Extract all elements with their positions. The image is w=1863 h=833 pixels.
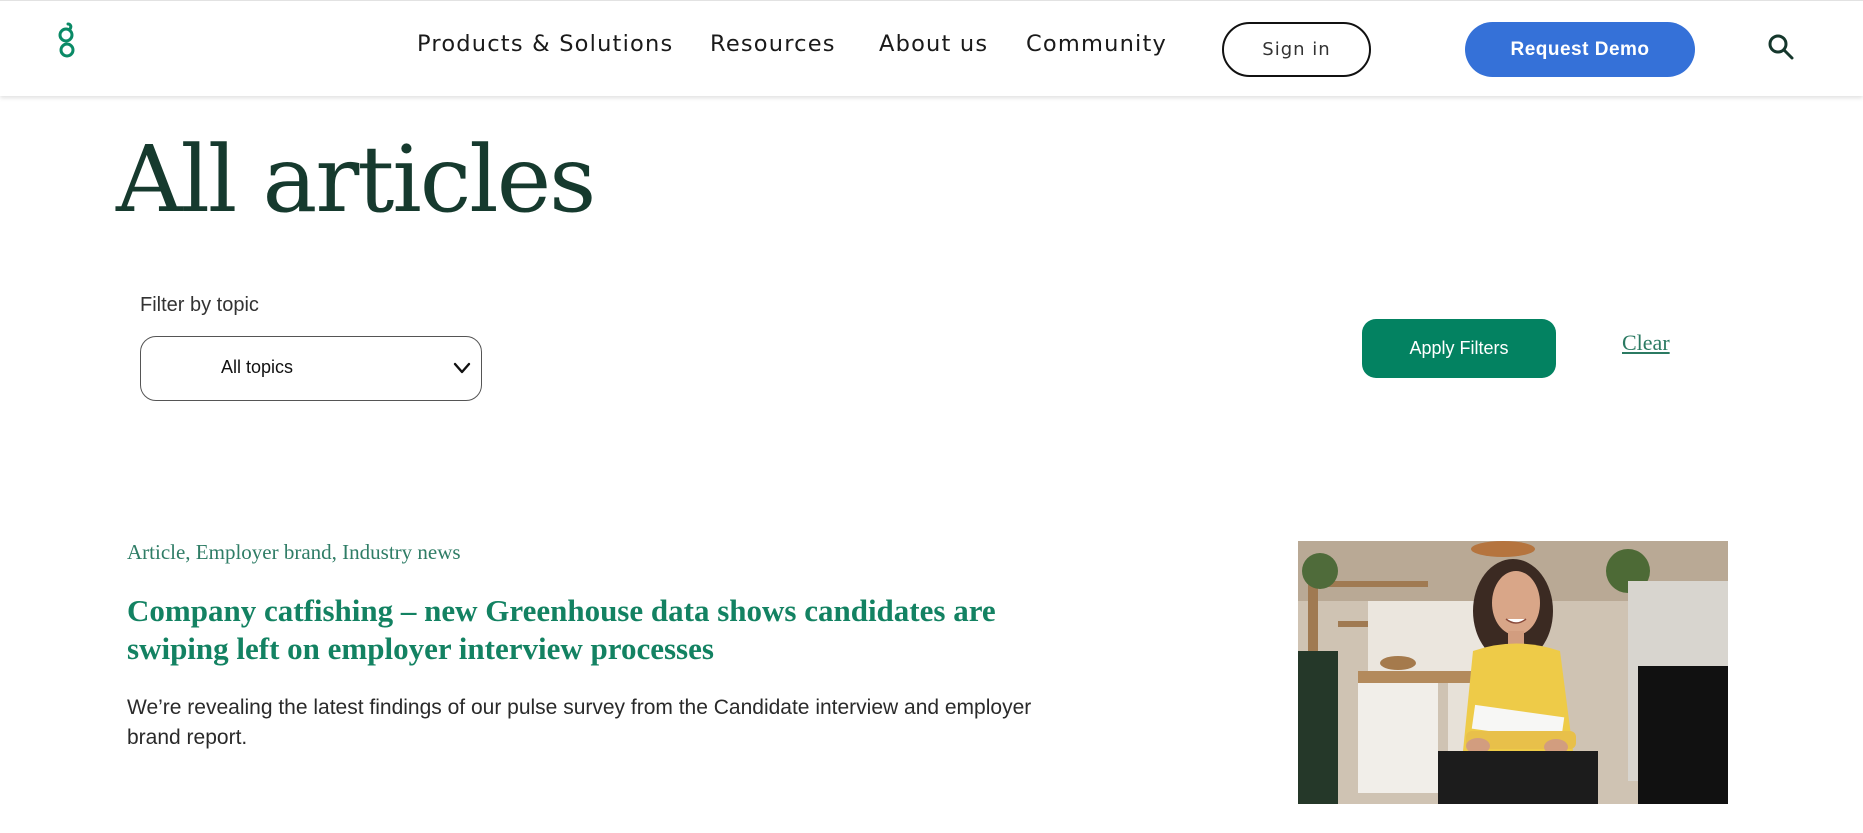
topic-select-value: All topics [221, 357, 294, 377]
article-image[interactable] [1298, 541, 1728, 804]
sign-in-button[interactable]: Sign in [1222, 22, 1371, 77]
article-title[interactable]: Company catfishing – new Greenhouse data… [127, 592, 1087, 668]
request-demo-button[interactable]: Request Demo [1465, 22, 1695, 77]
nav-about-us[interactable]: About us [879, 31, 988, 57]
filter-label: Filter by topic [140, 294, 259, 316]
clear-filters-link[interactable]: Clear [1622, 330, 1670, 356]
article-tags: Article, Employer brand, Industry news [127, 540, 461, 564]
page-title: All articles [116, 126, 596, 233]
site-header: Products & Solutions Resources About us … [0, 0, 1863, 96]
article-photo [1298, 541, 1728, 804]
nav-products-solutions[interactable]: Products & Solutions [417, 31, 673, 57]
search-icon[interactable] [1767, 33, 1795, 61]
topic-select[interactable]: All topics [140, 336, 482, 401]
chevron-down-icon [453, 362, 471, 374]
apply-filters-button[interactable]: Apply Filters [1362, 319, 1556, 378]
nav-resources[interactable]: Resources [710, 31, 836, 57]
greenhouse-logo[interactable] [56, 21, 80, 59]
nav-community[interactable]: Community [1026, 31, 1167, 57]
article-description: We’re revealing the latest findings of o… [127, 696, 1032, 749]
